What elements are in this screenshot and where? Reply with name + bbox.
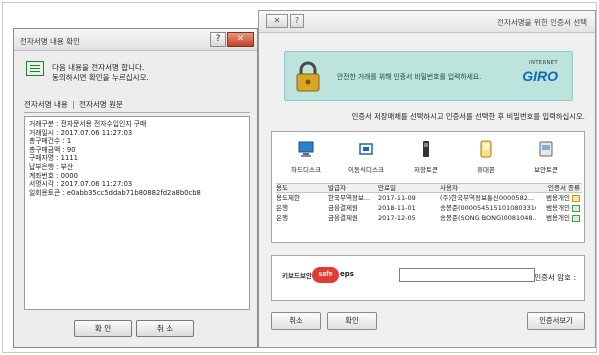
row-type: 범용개인 bbox=[546, 204, 570, 212]
cancel-button[interactable]: 취소 bbox=[271, 312, 321, 330]
instruction-text: 인증서 저장매체를 선택하시고 인증서를 선택한 후 비밀번호를 입력하십시오. bbox=[351, 112, 585, 121]
tabs-divider bbox=[24, 112, 250, 113]
confirm-button[interactable]: 확인 bbox=[327, 312, 377, 330]
dialog-title: 전자서명 내용 확인 bbox=[20, 37, 80, 46]
tab-signature-content[interactable]: 전자서명 내용 bbox=[24, 100, 68, 109]
row-use: 은행 bbox=[276, 204, 288, 212]
help-button[interactable]: ? bbox=[210, 32, 226, 47]
close-button[interactable]: ✕ bbox=[266, 14, 288, 28]
close-button[interactable]: ✕ bbox=[227, 32, 254, 47]
certificate-row[interactable]: 범용개인 송봉준(0000545151010803316... 2018-11-… bbox=[276, 204, 582, 214]
row-expiry: 2017-11-09 bbox=[378, 194, 416, 202]
logo-subtext: INTERNET bbox=[529, 60, 558, 66]
storage-media-row: 보안토큰 휴대폰 저장토큰 이동식디스크 하드디스크 bbox=[272, 138, 584, 180]
storage-label: 하드디스크 bbox=[291, 166, 321, 174]
dialog-buttons: 확 인 취 소 bbox=[74, 320, 196, 339]
tabs: 전자서명 내용 | 전자서명 원문 bbox=[24, 99, 123, 110]
row-issuer: 금융결제원 bbox=[328, 204, 358, 212]
storage-label: 저장토큰 bbox=[414, 166, 438, 174]
certificate-select-dialog: ✕ ? 전자서명을 위한 인증서 선택 안전한 거래를 위해 인증서 비밀번호를… bbox=[258, 10, 596, 348]
title-bar: ✕ ? 전자서명을 위한 인증서 선택 bbox=[259, 11, 595, 33]
password-input[interactable] bbox=[399, 268, 535, 282]
row-issuer: 한국무역정보... bbox=[328, 194, 371, 202]
row-type: 범용개인 bbox=[546, 214, 570, 222]
message-line-2: 동의하시면 확인을 누르십시오. bbox=[52, 73, 149, 82]
tab-signature-original[interactable]: 전자서명 원문 bbox=[79, 100, 123, 109]
storage-removable-disk[interactable]: 이동식디스크 bbox=[338, 138, 394, 180]
document-icon bbox=[26, 61, 44, 76]
certificate-table-header: 인증서 종류 사용자 만료일 발급자 용도 bbox=[276, 183, 582, 193]
keyboard-security-brand: eps bbox=[340, 270, 354, 278]
storage-label: 보안토큰 bbox=[534, 166, 558, 174]
row-expiry: 2017-12-05 bbox=[378, 214, 416, 222]
giro-banner: 안전한 거래를 위해 인증서 비밀번호를 입력하세요. INTERNET GIR… bbox=[284, 51, 573, 101]
row-user: 송봉준(SONG BONG)0081048... bbox=[440, 214, 536, 222]
header-issuer[interactable]: 발급자 bbox=[328, 184, 372, 193]
row-user: (주)한국무역정보통신0000582... bbox=[440, 194, 535, 202]
info-row: 거래구분 : 전자문서용 전자수입인지 구매 bbox=[29, 120, 147, 128]
row-expiry: 2018-11-01 bbox=[378, 204, 416, 212]
storage-hard-disk[interactable]: 하드디스크 bbox=[278, 138, 334, 180]
info-row: 납부은행 : 부산 bbox=[29, 162, 74, 171]
info-row: 구매자명 : 1111 bbox=[29, 154, 78, 163]
keyboard-security-badge[interactable]: 키보드보안 safe eps bbox=[282, 266, 364, 284]
certificate-row[interactable]: 범용개인 송봉준(SONG BONG)0081048... 2017-12-05… bbox=[276, 214, 582, 224]
certificate-row[interactable]: 범용개인 (주)한국무역정보통신0000582... 2017-11-09 한국… bbox=[276, 194, 582, 204]
password-label: 인증서 암호 : bbox=[534, 273, 576, 282]
token-icon bbox=[423, 141, 429, 157]
lock-icon bbox=[296, 61, 320, 92]
storage-phone[interactable]: 휴대폰 bbox=[458, 138, 514, 180]
keyboard-security-logo: safe bbox=[312, 267, 339, 283]
security-token-icon bbox=[539, 141, 553, 157]
info-row: 총구매금액 : 90 bbox=[29, 145, 76, 154]
header-use[interactable]: 용도 bbox=[276, 184, 324, 193]
message-area: 다음 내용을 전자서명 합니다. 동의하시면 확인을 누르십시오. bbox=[26, 61, 246, 87]
cancel-button[interactable]: 취 소 bbox=[136, 320, 194, 337]
info-row: 거래일시 : 2017.07.06 11:27:03 bbox=[29, 128, 133, 137]
storage-token[interactable]: 저장토큰 bbox=[398, 138, 454, 180]
signature-content-box: 거래구분 : 전자문서용 전자수입인지 구매 거래일시 : 2017.07.06… bbox=[24, 116, 250, 310]
giro-logo: GIRO bbox=[522, 68, 558, 84]
header-user[interactable]: 사용자 bbox=[440, 184, 536, 193]
signature-confirm-dialog: 전자서명 내용 확인 ? ✕ 다음 내용을 전자서명 합니다. 동의하시면 확인… bbox=[13, 28, 258, 348]
certificate-panel: 보안토큰 휴대폰 저장토큰 이동식디스크 하드디스크 인증서 종류 사용자 만료… bbox=[271, 131, 585, 243]
computer-icon bbox=[298, 141, 314, 157]
header-expiry[interactable]: 만료일 bbox=[378, 184, 436, 193]
info-row: 일회용토큰 : e0abb35cc5ddab71b80882fd2a8b0cb8 bbox=[29, 188, 201, 197]
storage-label: 휴대폰 bbox=[477, 166, 495, 174]
tab-separator: | bbox=[72, 100, 75, 109]
info-row: 총구매건수 : 1 bbox=[29, 137, 72, 146]
storage-security-token[interactable]: 보안토큰 bbox=[518, 138, 574, 180]
row-type: 범용개인 bbox=[546, 194, 570, 202]
bottom-buttons: 취소 확인 인증서보기 bbox=[271, 312, 585, 334]
header-cert-type[interactable]: 인증서 종류 bbox=[538, 184, 582, 193]
dialog-title: 전자서명을 위한 인증서 선택 bbox=[497, 18, 587, 27]
usb-disk-icon bbox=[359, 143, 373, 155]
storage-label: 이동식디스크 bbox=[348, 166, 384, 174]
help-button[interactable]: ? bbox=[290, 14, 304, 28]
info-row: 서명시각 : 2017.07.06 11:27:03 bbox=[29, 180, 133, 189]
info-row: 계좌번호 : 0000 bbox=[29, 171, 78, 180]
phone-icon bbox=[480, 140, 492, 158]
password-area: 인증서 암호 : 키보드보안 safe eps bbox=[271, 255, 585, 301]
row-issuer: 금융결제원 bbox=[328, 214, 358, 222]
view-certificate-button[interactable]: 인증서보기 bbox=[527, 312, 585, 330]
row-use: 용도제한 bbox=[276, 194, 300, 202]
ok-button[interactable]: 확 인 bbox=[74, 320, 132, 337]
title-bar: 전자서명 내용 확인 ? ✕ bbox=[14, 29, 257, 51]
banner-text: 안전한 거래를 위해 인증서 비밀번호를 입력하세요. bbox=[337, 73, 482, 81]
row-user: 송봉준(0000545151010803316... bbox=[440, 204, 536, 212]
row-use: 은행 bbox=[276, 214, 288, 222]
keyboard-security-text: 키보드보안 bbox=[282, 272, 312, 280]
